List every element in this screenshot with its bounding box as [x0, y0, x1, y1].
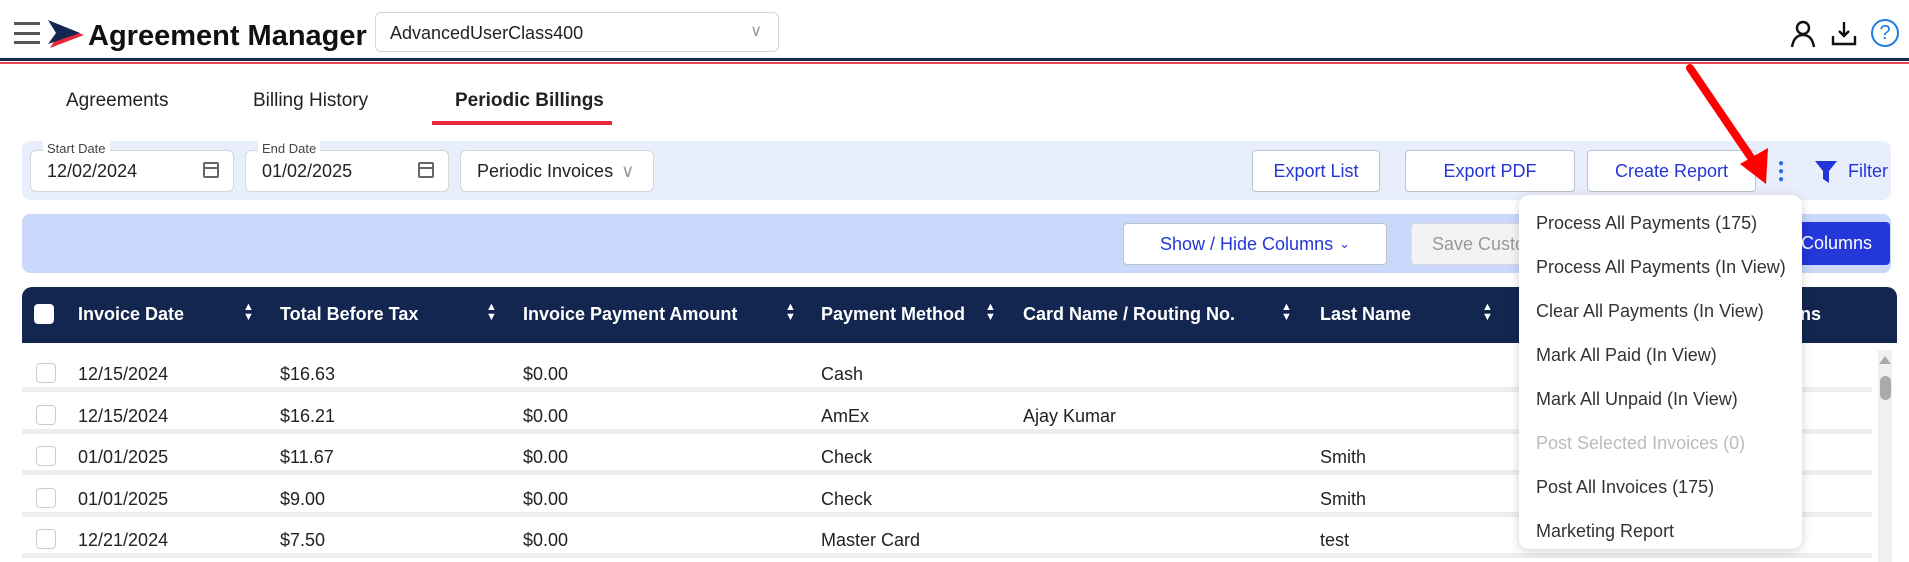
- table-cell: 01/01/2025: [78, 488, 169, 509]
- table-cell: $16.63: [280, 364, 336, 384]
- table-cell: $7.50: [280, 530, 326, 550]
- app-title: Agreement Manager: [88, 20, 367, 52]
- chevron-down-icon: ∨: [621, 161, 635, 181]
- row-checkbox[interactable]: [36, 404, 56, 425]
- column-header-invoice-date[interactable]: Invoice Date: [78, 304, 184, 325]
- chevron-down-icon: ∨: [750, 23, 762, 40]
- end-date-field[interactable]: End Date 01/02/2025: [245, 141, 449, 192]
- sort-icon[interactable]: ▲ ▼: [1482, 302, 1493, 323]
- column-header-last-name[interactable]: Last Name: [1320, 304, 1411, 325]
- column-header-invoice-payment-amount[interactable]: Invoice Payment Amount: [523, 304, 737, 325]
- tab-billing-history[interactable]: Billing History: [253, 90, 368, 112]
- show-hide-label: Show / Hide Columns: [1160, 233, 1334, 254]
- menu-icon[interactable]: [14, 22, 40, 44]
- tab-periodic-billings[interactable]: Periodic Billings: [455, 90, 604, 112]
- download-icon[interactable]: [1831, 20, 1857, 46]
- table-cell: $0.00: [523, 488, 569, 509]
- table-cell: Master Card: [821, 530, 921, 550]
- column-header-actions[interactable]: ns: [1800, 304, 1821, 325]
- menu-item[interactable]: Process All Payments (175): [1536, 213, 1757, 234]
- table-cell: Ajay Kumar: [1023, 405, 1117, 426]
- column-header-total-before-tax[interactable]: Total Before Tax: [280, 304, 418, 325]
- more-options-menu: Process All Payments (175) Process All Pa…: [1519, 195, 1802, 549]
- table-cell: test: [1320, 530, 1350, 550]
- table-cell: $0.00: [523, 364, 569, 384]
- menu-item[interactable]: Clear All Payments (In View): [1536, 301, 1764, 322]
- sort-icon[interactable]: ▲ ▼: [785, 302, 796, 323]
- menu-item[interactable]: Process All Payments (In View): [1536, 257, 1786, 278]
- sort-icon[interactable]: ▲ ▼: [243, 302, 254, 323]
- table-cell: 01/01/2025: [78, 447, 169, 467]
- table-cell: $0.00: [523, 530, 569, 550]
- annotation-arrow: [1686, 64, 1768, 184]
- sort-icon[interactable]: ▲ ▼: [985, 302, 996, 323]
- end-date-value: 01/02/2025: [262, 161, 353, 181]
- table-cell: $11.67: [280, 447, 334, 467]
- menu-item: Post Selected Invoices (0): [1536, 433, 1746, 453]
- table-cell: Smith: [1320, 447, 1367, 467]
- start-date-field[interactable]: Start Date 12/02/2024: [30, 141, 234, 192]
- table-cell: $0.00: [523, 447, 569, 467]
- table-cell: AmEx: [821, 405, 870, 426]
- row-checkbox[interactable]: [36, 487, 56, 508]
- table-cell: Smith: [1320, 488, 1367, 509]
- active-tab-indicator: [432, 121, 612, 125]
- logo-icon: [48, 20, 84, 48]
- table-cell: $9.00: [280, 488, 326, 509]
- show-hide-columns-button[interactable]: Show / Hide Columns ⌄: [1123, 223, 1387, 265]
- end-date-label: End Date: [258, 141, 321, 156]
- menu-item[interactable]: Mark All Unpaid (In View): [1536, 389, 1738, 410]
- header-divider: [0, 58, 1909, 61]
- invoice-type-select[interactable]: Periodic Invoices ∨: [460, 150, 654, 192]
- calendar-icon[interactable]: [418, 162, 434, 178]
- header-divider-accent: [0, 62, 1909, 64]
- table-cell: 12/15/2024: [78, 405, 169, 426]
- menu-item[interactable]: Post All Invoices (175): [1536, 477, 1714, 498]
- sort-icon[interactable]: ▲ ▼: [1281, 302, 1292, 323]
- help-icon[interactable]: ?: [1871, 19, 1899, 47]
- table-cell: $0.00: [523, 405, 569, 426]
- sort-icon[interactable]: ▲ ▼: [486, 302, 497, 323]
- start-date-label: Start Date: [43, 141, 110, 156]
- start-date-value: 12/02/2024: [47, 161, 138, 181]
- table-cell: Cash: [821, 364, 864, 384]
- filter-button[interactable]: Filter: [1848, 161, 1888, 182]
- filter-icon[interactable]: [1815, 161, 1837, 183]
- row-checkbox[interactable]: [36, 363, 56, 383]
- export-pdf-button[interactable]: Export PDF: [1405, 150, 1575, 192]
- calendar-icon[interactable]: [203, 162, 219, 178]
- tab-agreements[interactable]: Agreements: [66, 90, 168, 112]
- account-select-value: AdvancedUserClass400: [390, 23, 584, 43]
- invoice-type-value: Periodic Invoices: [477, 161, 614, 181]
- column-header-card-name[interactable]: Card Name / Routing No.: [1023, 304, 1235, 325]
- row-checkbox[interactable]: [36, 529, 56, 549]
- user-icon[interactable]: [1790, 20, 1816, 48]
- menu-item[interactable]: Mark All Paid (In View): [1536, 345, 1717, 366]
- chevron-down-icon: ⌄: [1339, 236, 1350, 251]
- scrollbar[interactable]: [1878, 350, 1892, 562]
- account-select[interactable]: AdvancedUserClass400 ∨: [375, 12, 779, 52]
- export-list-button[interactable]: Export List: [1252, 150, 1380, 192]
- menu-item[interactable]: Marketing Report: [1536, 521, 1674, 542]
- row-checkbox[interactable]: [36, 446, 56, 466]
- table-cell: 12/21/2024: [78, 530, 169, 550]
- table-cell: Check: [821, 447, 873, 467]
- table-cell: $16.21: [280, 405, 336, 426]
- column-header-payment-method[interactable]: Payment Method: [821, 304, 965, 325]
- select-all-checkbox[interactable]: [34, 304, 54, 324]
- table-cell: Check: [821, 488, 873, 509]
- table-cell: 12/15/2024: [78, 364, 169, 384]
